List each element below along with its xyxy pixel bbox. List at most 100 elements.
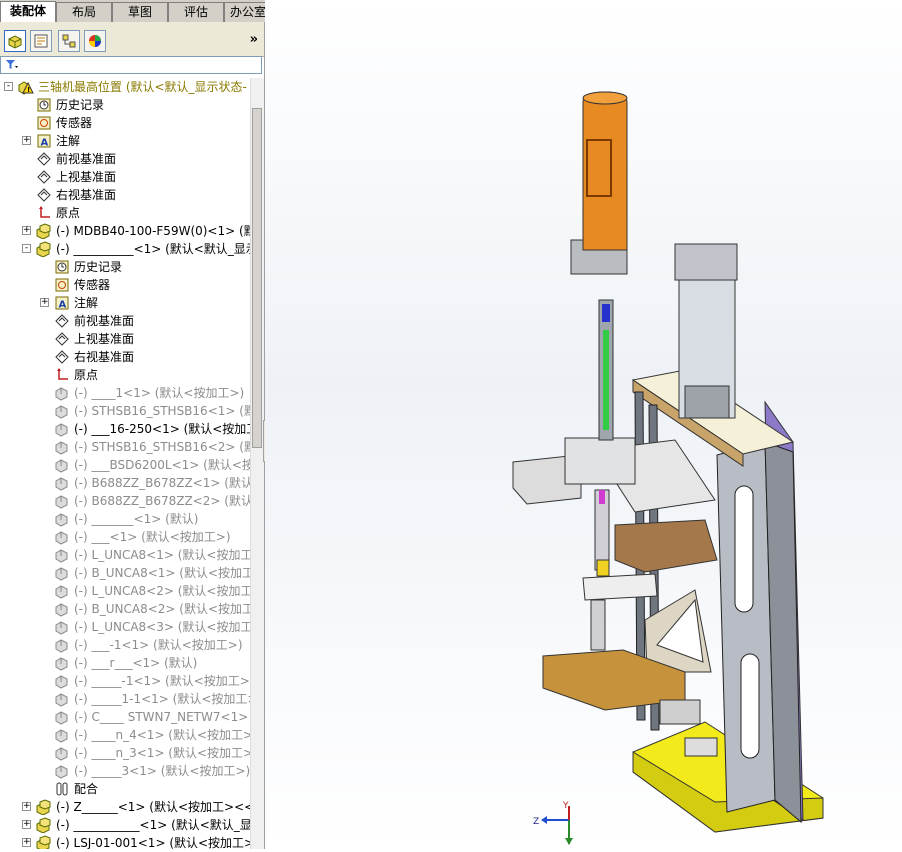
tree-item-label: (-) ___BSD6200L<1> (默认<按加 xyxy=(74,458,250,472)
tree-item-label: 历史记录 xyxy=(56,98,105,112)
tree-item[interactable]: 上视基准面 xyxy=(0,168,250,186)
view-orientation-triad: Y Z xyxy=(533,798,577,849)
tree-item[interactable]: + (-) MDBB40-100-F59W(0)<1> (默认< xyxy=(0,222,250,240)
tree-item-label: 传感器 xyxy=(56,116,93,130)
propertymanager-icon[interactable] xyxy=(30,30,52,52)
tree-item-label: 上视基准面 xyxy=(56,170,117,184)
tree-item[interactable]: + (-) LSJ-01-001<1> (默认<按加工><< xyxy=(0,834,250,849)
tree-item[interactable]: (-) STHSB16_STHSB16<2> (默认< xyxy=(0,438,250,456)
expand-icon[interactable]: + xyxy=(22,802,31,811)
tree-item[interactable]: (-) ___16-250<1> (默认<按加工> xyxy=(0,420,250,438)
tree-item[interactable]: + (-) Z______<1> (默认<按加工><<默认 xyxy=(0,798,250,816)
tree-item-label: 前视基准面 xyxy=(56,152,117,166)
tree-item[interactable]: - (-) __________<1> (默认<默认_显示状 xyxy=(0,240,250,258)
tree-item[interactable]: (-) _____3<1> (默认<按加工>) xyxy=(0,762,250,780)
tree-item[interactable]: 前视基准面 xyxy=(0,312,250,330)
expand-icon[interactable]: + xyxy=(22,838,31,847)
tree-item[interactable]: (-) _____-1<1> (默认<按加工>) xyxy=(0,672,250,690)
tree-item-label: (-) _____3<1> (默认<按加工>) xyxy=(74,764,250,778)
tree-item-label: 历史记录 xyxy=(74,260,123,274)
tree-item[interactable]: (-) _____1-1<1> (默认<按加工>) xyxy=(0,690,250,708)
triad-y-label: Y xyxy=(562,801,569,811)
tree-item-label: 原点 xyxy=(56,206,81,220)
triad-z-label: Z xyxy=(533,817,539,827)
tree-item[interactable]: (-) L_UNCA8<1> (默认<按加工>) xyxy=(0,546,250,564)
tree-item[interactable]: 前视基准面 xyxy=(0,150,250,168)
tree-item[interactable]: 配合 xyxy=(0,780,250,798)
tree-item[interactable]: (-) ___r___<1> (默认) xyxy=(0,654,250,672)
tree-item[interactable]: -! 三轴机最高位置 (默认<默认_显示状态- xyxy=(0,78,250,96)
expand-icon[interactable]: + xyxy=(40,298,49,307)
collapse-icon[interactable]: - xyxy=(22,244,31,253)
tree-item[interactable]: (-) B_UNCA8<2> (默认<按加工>) xyxy=(0,600,250,618)
tree-item[interactable]: 历史记录 xyxy=(0,258,250,276)
tree-item-label: (-) STHSB16_STHSB16<1> (默认< xyxy=(74,404,250,418)
tree-item[interactable]: (-) L_UNCA8<2> (默认<按加工>) xyxy=(0,582,250,600)
command-manager-tabs: 装配体 布局 草图 评估 办公室产品 xyxy=(0,0,296,23)
svg-text:A: A xyxy=(41,138,49,149)
display-manager-icon[interactable] xyxy=(84,30,106,52)
tab-1[interactable]: 布局 xyxy=(56,2,112,22)
3d-assembly-model[interactable] xyxy=(265,0,902,849)
tree-item[interactable]: 上视基准面 xyxy=(0,330,250,348)
tree-item[interactable]: (-) ____1<1> (默认<按加工>) xyxy=(0,384,250,402)
overflow-chevron-icon[interactable]: » xyxy=(250,32,258,47)
tree-item[interactable]: 历史记录 xyxy=(0,96,250,114)
configurationmanager-icon[interactable] xyxy=(58,30,80,52)
tree-item-label: (-) __________<1> (默认<默认_显示状 xyxy=(56,242,250,256)
tree-item[interactable]: + A 注解 xyxy=(0,132,250,150)
tree-item-label: (-) _____1-1<1> (默认<按加工>) xyxy=(74,692,250,706)
tree-item[interactable]: 原点 xyxy=(0,204,250,222)
tree-item[interactable]: 传感器 xyxy=(0,114,250,132)
tree-item[interactable]: (-) C____ STWN7_NETW7<1> (默 xyxy=(0,708,250,726)
tree-item[interactable]: (-) B688ZZ_B678ZZ<2> (默认<按加 xyxy=(0,492,250,510)
tree-item-label: (-) ____1<1> (默认<按加工>) xyxy=(74,386,245,400)
tree-item[interactable]: (-) STHSB16_STHSB16<1> (默认< xyxy=(0,402,250,420)
tree-item-label: 右视基准面 xyxy=(56,188,117,202)
tree-item-label: (-) ____n_3<1> (默认<按加工>) xyxy=(74,746,250,760)
filter-icon[interactable] xyxy=(5,59,19,71)
tree-item-label: 原点 xyxy=(74,368,99,382)
tree-item[interactable]: (-) ____n_4<1> (默认<按加工>) xyxy=(0,726,250,744)
expand-icon[interactable]: + xyxy=(22,226,31,235)
tree-item[interactable]: + A 注解 xyxy=(0,294,250,312)
graphics-area[interactable]: Y Z xyxy=(265,0,902,849)
tree-item-label: (-) LSJ-01-001<1> (默认<按加工><< xyxy=(56,836,250,849)
tab-3[interactable]: 评估 xyxy=(168,2,224,22)
manager-toolbar: » xyxy=(0,22,264,57)
tree-item[interactable]: 传感器 xyxy=(0,276,250,294)
tree-item[interactable]: + (-) ___________<1> (默认<默认_显示 xyxy=(0,816,250,834)
tree-item-label: (-) ____n_4<1> (默认<按加工>) xyxy=(74,728,250,742)
tree-item[interactable]: (-) L_UNCA8<3> (默认<按加工>) xyxy=(0,618,250,636)
featuremanager-icon[interactable] xyxy=(4,30,26,52)
tree-item-label: 右视基准面 xyxy=(74,350,135,364)
tree-item-label: (-) L_UNCA8<1> (默认<按加工>) xyxy=(74,548,250,562)
tree-item-label: (-) ___16-250<1> (默认<按加工> xyxy=(74,422,250,436)
tree-item[interactable]: (-) ___<1> (默认<按加工>) xyxy=(0,528,250,546)
tree-item[interactable]: 右视基准面 xyxy=(0,348,250,366)
tree-item[interactable]: (-) ____n_3<1> (默认<按加工>) xyxy=(0,744,250,762)
tree-item-label: (-) ___-1<1> (默认<按加工>) xyxy=(74,638,243,652)
tree-item[interactable]: (-) _______<1> (默认) xyxy=(0,510,250,528)
expand-icon[interactable]: + xyxy=(22,820,31,829)
collapse-icon[interactable]: - xyxy=(4,82,13,91)
tab-0[interactable]: 装配体 xyxy=(0,1,56,23)
scrollbar-thumb[interactable] xyxy=(252,108,262,448)
tree-item-label: 三轴机最高位置 (默认<默认_显示状态- xyxy=(38,80,247,94)
tab-2[interactable]: 草图 xyxy=(112,2,168,22)
tree-item-label: (-) L_UNCA8<2> (默认<按加工>) xyxy=(74,584,250,598)
tree-item[interactable]: (-) ___-1<1> (默认<按加工>) xyxy=(0,636,250,654)
tree-filter-bar[interactable] xyxy=(0,56,262,74)
tree-item[interactable]: 原点 xyxy=(0,366,250,384)
tree-item[interactable]: 右视基准面 xyxy=(0,186,250,204)
tree-scrollbar[interactable] xyxy=(250,78,264,849)
tree-item-label: (-) B_UNCA8<2> (默认<按加工>) xyxy=(74,602,250,616)
tree-item[interactable]: (-) ___BSD6200L<1> (默认<按加 xyxy=(0,456,250,474)
expand-icon[interactable]: + xyxy=(22,136,31,145)
tree-item-label: (-) ___________<1> (默认<默认_显示 xyxy=(56,818,250,832)
tree-item[interactable]: (-) B688ZZ_B678ZZ<1> (默认<按加 xyxy=(0,474,250,492)
tree-item-label: 配合 xyxy=(74,782,99,796)
featuremanager-panel: » -! 三轴机最高位置 (默认<默认_显示状态- 历史记录 传感器 + A 注解 前视基准面… xyxy=(0,22,265,849)
tree-item-label: (-) _______<1> (默认) xyxy=(74,512,199,526)
tree-item[interactable]: (-) B_UNCA8<1> (默认<按加工>) xyxy=(0,564,250,582)
